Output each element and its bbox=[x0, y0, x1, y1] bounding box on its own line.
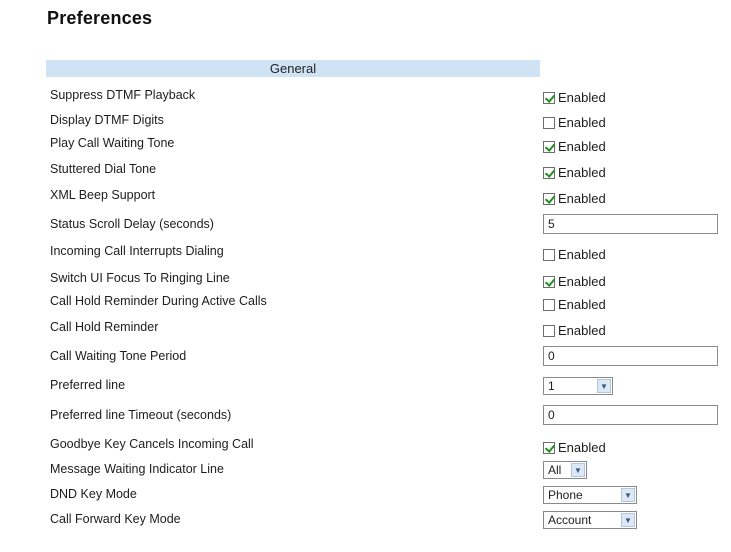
incoming-interrupts-enabled-text: Enabled bbox=[558, 247, 606, 262]
preferred-timeout-label: Preferred line Timeout (seconds) bbox=[50, 408, 232, 422]
hold-reminder-label: Call Hold Reminder bbox=[50, 320, 159, 334]
preferred-line-value: 1 bbox=[548, 379, 555, 393]
cfwd-mode-label: Call Forward Key Mode bbox=[50, 512, 181, 526]
display-dtmf-checkbox[interactable] bbox=[543, 116, 555, 129]
status-scroll-input[interactable] bbox=[543, 214, 718, 234]
xml-beep-checkbox[interactable] bbox=[543, 192, 555, 205]
dnd-mode-label: DND Key Mode bbox=[50, 487, 137, 501]
row-display-dtmf: Display DTMF Digits Enabled bbox=[46, 111, 716, 135]
dnd-mode-select[interactable]: Phone ▼ bbox=[543, 486, 637, 504]
row-stuttered-dial: Stuttered Dial Tone Enabled bbox=[46, 162, 716, 186]
dnd-mode-value: Phone bbox=[548, 488, 583, 502]
section-header-general: General bbox=[46, 60, 540, 77]
row-preferred-line: Preferred line 1 ▼ bbox=[46, 374, 716, 398]
row-hold-reminder: Call Hold Reminder Enabled bbox=[46, 320, 716, 344]
play-cw-tone-control[interactable]: Enabled bbox=[543, 139, 606, 154]
suppress-dtmf-control[interactable]: Enabled bbox=[543, 90, 606, 105]
status-scroll-label: Status Scroll Delay (seconds) bbox=[50, 217, 214, 231]
goodbye-cancels-checkbox[interactable] bbox=[543, 441, 555, 454]
page-title: Preferences bbox=[47, 8, 153, 28]
row-cw-tone-period: Call Waiting Tone Period bbox=[46, 344, 718, 368]
row-suppress-dtmf: Suppress DTMF Playback Enabled bbox=[46, 86, 716, 110]
row-incoming-interrupts: Incoming Call Interrupts Dialing Enabled bbox=[46, 244, 716, 268]
play-cw-tone-enabled-text: Enabled bbox=[558, 139, 606, 154]
switch-focus-enabled-text: Enabled bbox=[558, 274, 606, 289]
hold-reminder-active-control[interactable]: Enabled bbox=[543, 297, 606, 312]
play-cw-tone-label: Play Call Waiting Tone bbox=[50, 136, 175, 150]
chevron-down-icon[interactable]: ▼ bbox=[621, 488, 635, 502]
stuttered-dial-enabled-text: Enabled bbox=[558, 165, 606, 180]
switch-focus-control[interactable]: Enabled bbox=[543, 274, 606, 289]
row-preferred-timeout: Preferred line Timeout (seconds) bbox=[46, 403, 718, 427]
mwi-line-label: Message Waiting Indicator Line bbox=[50, 462, 224, 476]
goodbye-cancels-control[interactable]: Enabled bbox=[543, 440, 606, 455]
cfwd-mode-value: Account bbox=[548, 513, 592, 527]
hold-reminder-active-enabled-text: Enabled bbox=[558, 297, 606, 312]
hold-reminder-active-label: Call Hold Reminder During Active Calls bbox=[50, 294, 267, 308]
hold-reminder-enabled-text: Enabled bbox=[558, 323, 606, 338]
preferred-line-select[interactable]: 1 ▼ bbox=[543, 377, 613, 395]
mwi-line-value: All bbox=[548, 463, 562, 477]
row-xml-beep: XML Beep Support Enabled bbox=[46, 188, 716, 212]
chevron-down-icon[interactable]: ▼ bbox=[571, 463, 585, 477]
display-dtmf-enabled-text: Enabled bbox=[558, 115, 606, 130]
row-hold-reminder-active: Call Hold Reminder During Active Calls E… bbox=[46, 294, 716, 318]
xml-beep-label: XML Beep Support bbox=[50, 188, 156, 202]
hold-reminder-active-checkbox[interactable] bbox=[543, 298, 555, 311]
mwi-line-select[interactable]: All ▼ bbox=[543, 461, 587, 479]
play-cw-tone-checkbox[interactable] bbox=[543, 140, 555, 153]
suppress-dtmf-label: Suppress DTMF Playback bbox=[50, 88, 196, 102]
cw-tone-period-label: Call Waiting Tone Period bbox=[50, 349, 187, 363]
switch-focus-label: Switch UI Focus To Ringing Line bbox=[50, 271, 230, 285]
suppress-dtmf-enabled-text: Enabled bbox=[558, 90, 606, 105]
incoming-interrupts-checkbox[interactable] bbox=[543, 248, 555, 261]
row-mwi-line: Message Waiting Indicator Line All ▼ bbox=[46, 459, 716, 483]
stuttered-dial-checkbox[interactable] bbox=[543, 166, 555, 179]
cw-tone-period-input[interactable] bbox=[543, 346, 718, 366]
row-cfwd-mode: Call Forward Key Mode Account ▼ bbox=[46, 509, 716, 533]
display-dtmf-label: Display DTMF Digits bbox=[50, 113, 164, 127]
row-switch-focus: Switch UI Focus To Ringing Line Enabled bbox=[46, 271, 716, 295]
row-play-cw-tone: Play Call Waiting Tone Enabled bbox=[46, 136, 716, 160]
xml-beep-control[interactable]: Enabled bbox=[543, 191, 606, 206]
goodbye-cancels-enabled-text: Enabled bbox=[558, 440, 606, 455]
cfwd-mode-select[interactable]: Account ▼ bbox=[543, 511, 637, 529]
goodbye-cancels-label: Goodbye Key Cancels Incoming Call bbox=[50, 437, 254, 451]
suppress-dtmf-checkbox[interactable] bbox=[543, 91, 555, 104]
hold-reminder-control[interactable]: Enabled bbox=[543, 323, 606, 338]
xml-beep-enabled-text: Enabled bbox=[558, 191, 606, 206]
chevron-down-icon[interactable]: ▼ bbox=[597, 379, 611, 393]
chevron-down-icon[interactable]: ▼ bbox=[621, 513, 635, 527]
preferred-line-label: Preferred line bbox=[50, 378, 126, 392]
stuttered-dial-control[interactable]: Enabled bbox=[543, 165, 606, 180]
incoming-interrupts-control[interactable]: Enabled bbox=[543, 247, 606, 262]
hold-reminder-checkbox[interactable] bbox=[543, 324, 555, 337]
incoming-interrupts-label: Incoming Call Interrupts Dialing bbox=[50, 244, 224, 258]
stuttered-dial-label: Stuttered Dial Tone bbox=[50, 162, 157, 176]
row-goodbye-cancels: Goodbye Key Cancels Incoming Call Enable… bbox=[46, 436, 716, 460]
switch-focus-checkbox[interactable] bbox=[543, 275, 555, 288]
row-status-scroll: Status Scroll Delay (seconds) bbox=[46, 212, 718, 236]
preferred-timeout-input[interactable] bbox=[543, 405, 718, 425]
display-dtmf-control[interactable]: Enabled bbox=[543, 115, 606, 130]
row-dnd-mode: DND Key Mode Phone ▼ bbox=[46, 484, 716, 508]
